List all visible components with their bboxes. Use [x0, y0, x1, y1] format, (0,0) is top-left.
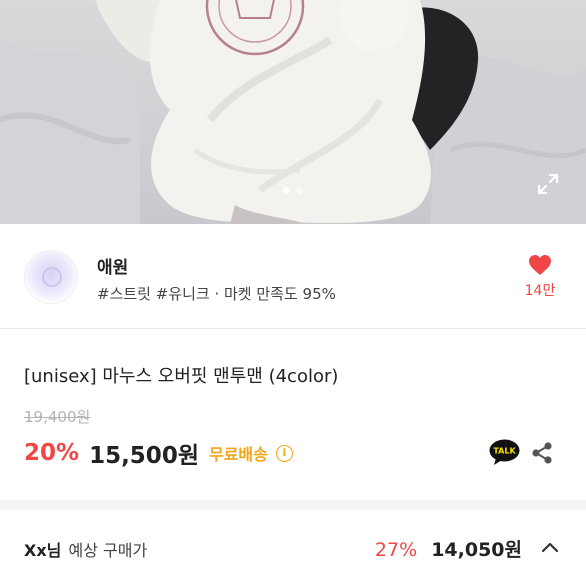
chevron-up-icon[interactable] [540, 539, 560, 553]
avatar-glyph [42, 267, 62, 287]
like-button[interactable]: 14만 [520, 254, 560, 300]
expected-price-row[interactable]: Xx님 예상 구매가 27% 14,050원 [0, 510, 586, 586]
seller-name[interactable]: 애원 [97, 253, 128, 278]
divider [0, 328, 586, 329]
talk-label: TALK [493, 447, 516, 456]
slide-dot[interactable] [296, 187, 303, 194]
seller-tags: #스트릿 #유니크 · 마켓 만족도 95% [97, 285, 336, 303]
expected-label: 예상 구매가 [68, 541, 148, 560]
like-count: 14만 [524, 283, 556, 299]
expected-discount: 27% [374, 539, 418, 561]
user-name: Xx님 [24, 541, 62, 560]
sale-price: 15,500원 [89, 443, 199, 469]
share-icon[interactable] [531, 441, 553, 465]
original-price: 19,400원 [24, 408, 91, 426]
expected-price-value: 27% 14,050원 [375, 535, 522, 562]
section-gap [0, 500, 586, 510]
slide-indicator [0, 187, 586, 194]
kakaotalk-icon[interactable]: TALK [489, 439, 520, 466]
expand-icon[interactable] [536, 172, 560, 196]
discount-rate: 20% [24, 440, 80, 466]
free-shipping-badge: 무료배송 [208, 445, 268, 464]
expected-price: 14,050원 [431, 539, 522, 561]
heart-icon [529, 255, 551, 275]
product-title: [unisex] 마누스 오버핏 맨투맨 (4color) [24, 366, 339, 387]
seller-avatar[interactable] [24, 250, 78, 304]
seller-row[interactable]: 애원 #스트릿 #유니크 · 마켓 만족도 95% 14만 [0, 224, 586, 328]
info-icon[interactable]: i [275, 444, 293, 462]
product-photo[interactable] [0, 0, 586, 224]
price-row: 20% 15,500원 무료배송 i [24, 438, 293, 469]
expected-price-label: Xx님 예상 구매가 [24, 537, 147, 561]
slide-dot-active[interactable] [283, 187, 290, 194]
